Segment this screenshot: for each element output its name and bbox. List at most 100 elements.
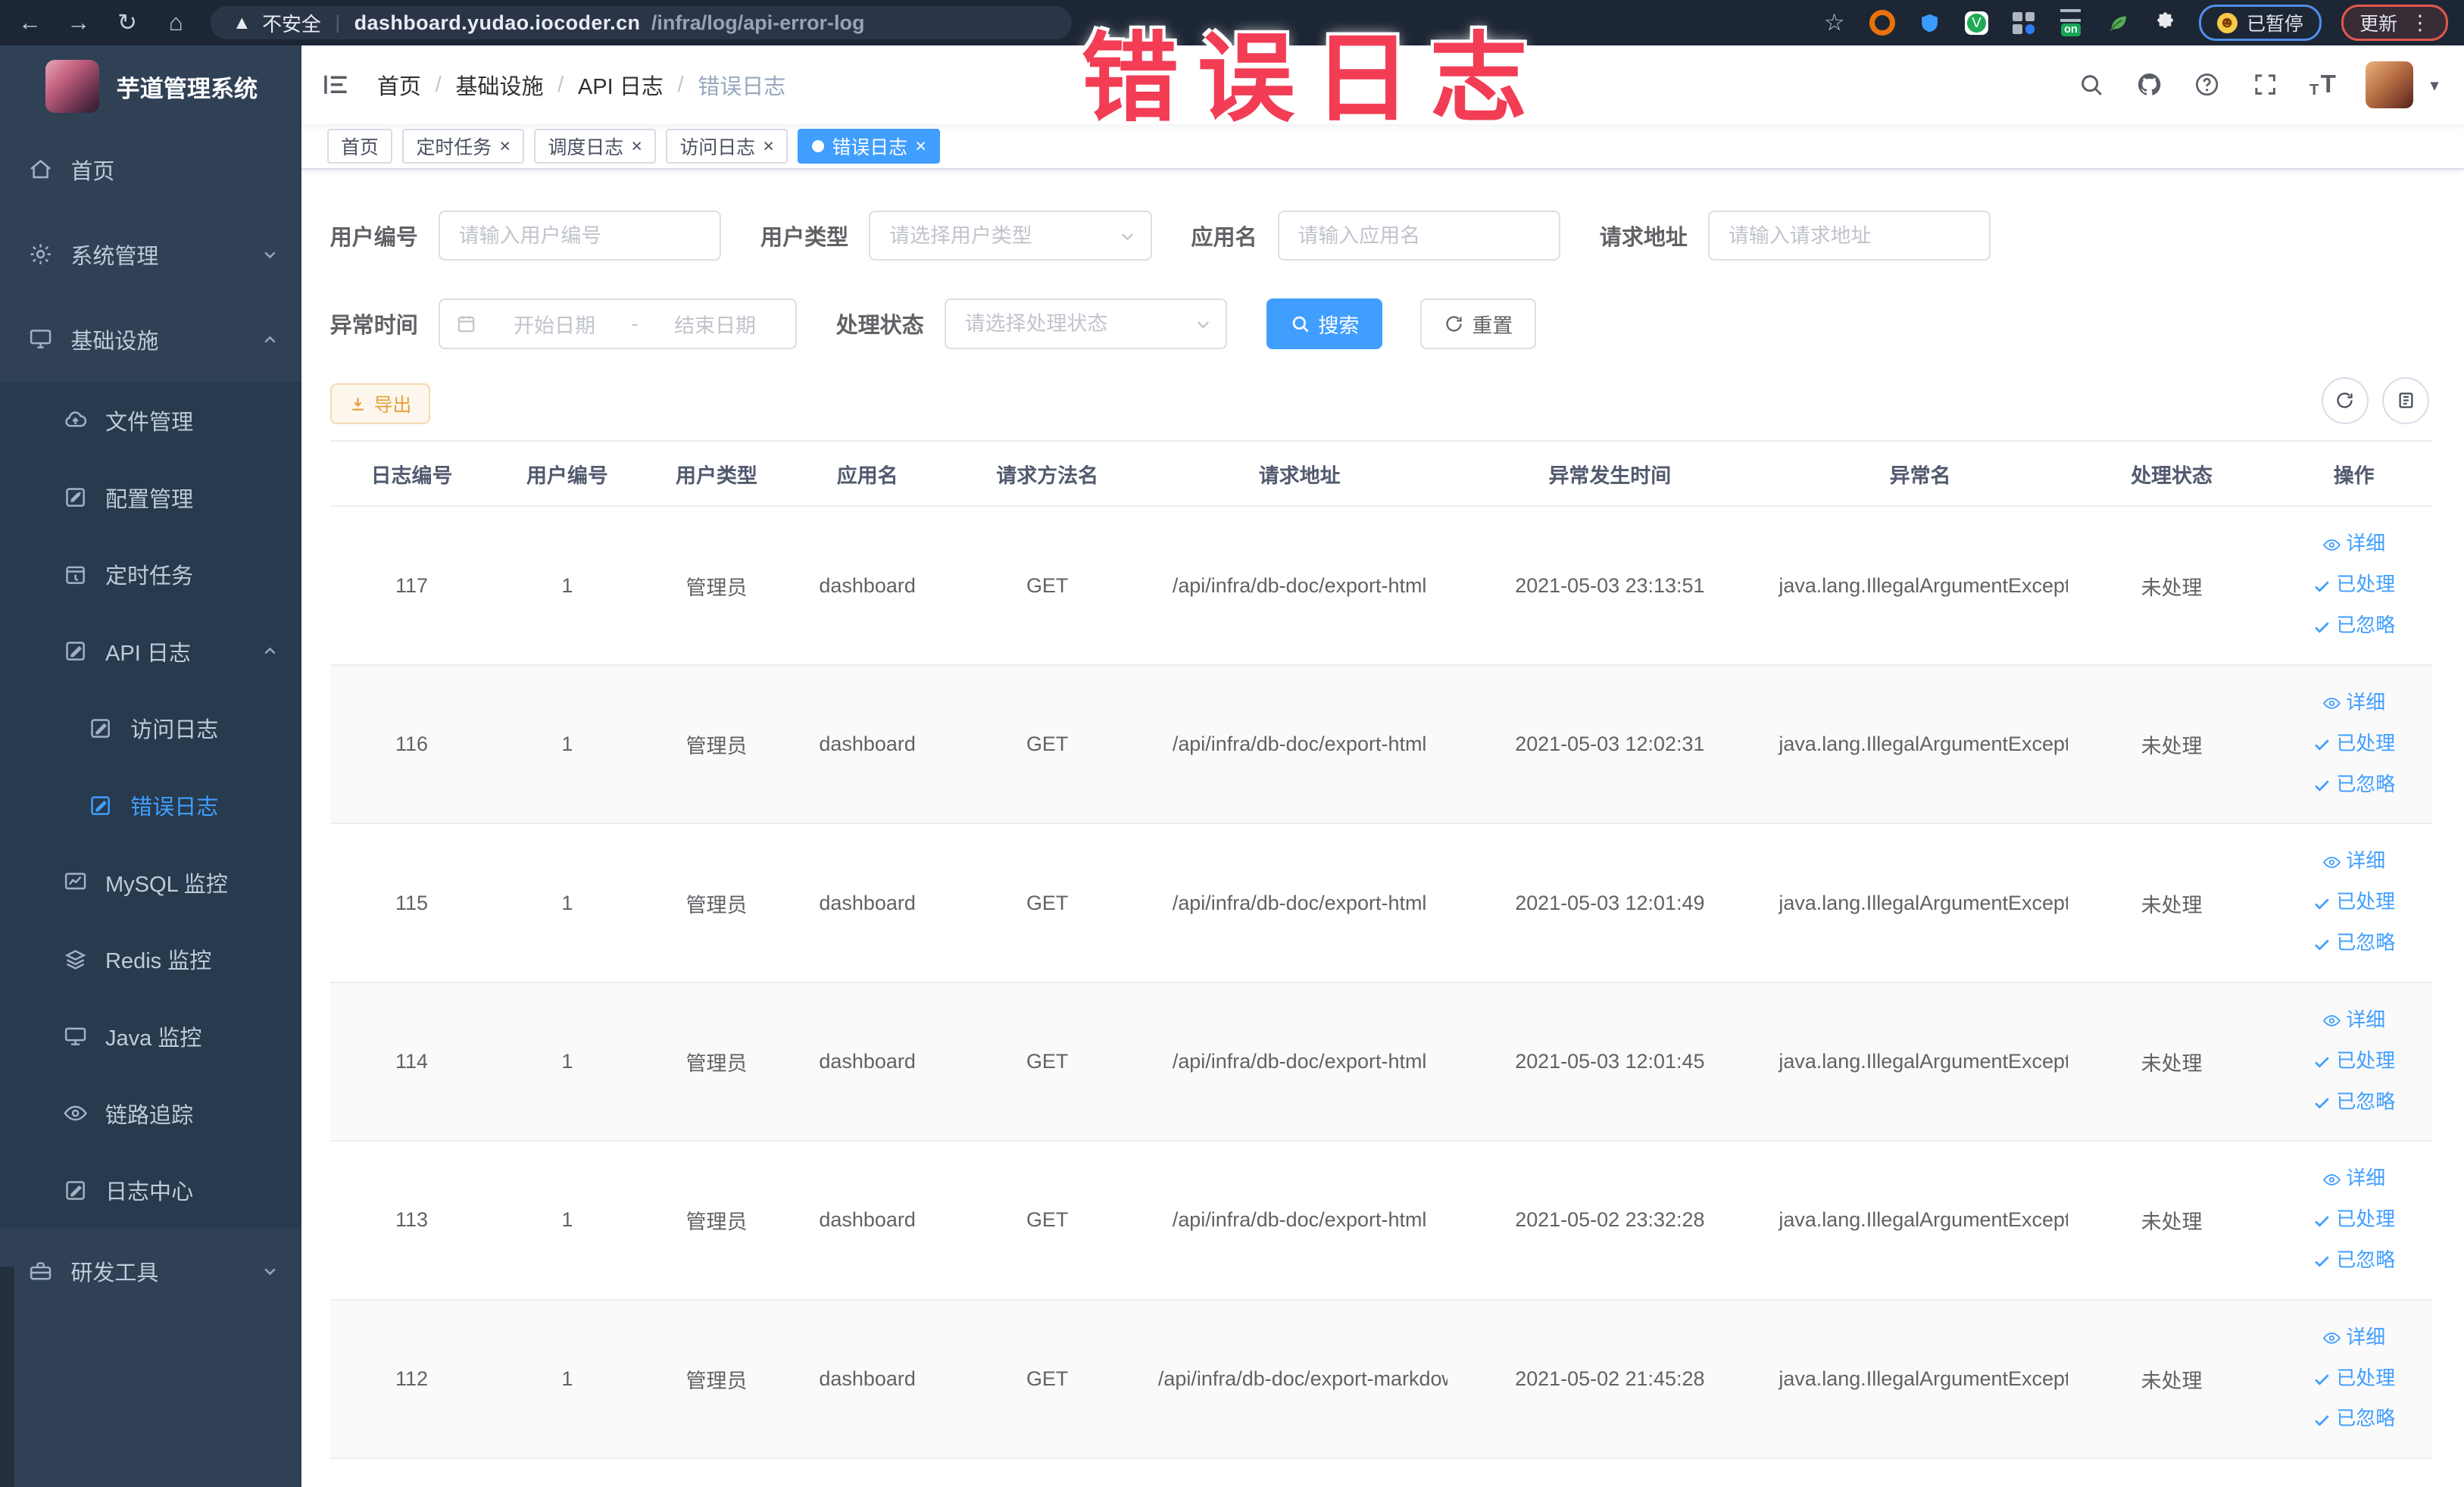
reload-icon[interactable]: ↻ (113, 8, 141, 36)
avatar-caret-down-icon[interactable]: ▾ (2430, 75, 2438, 95)
browser-home-icon[interactable]: ⌂ (162, 8, 190, 36)
sidebar-item-config[interactable]: 配置管理 (0, 458, 302, 536)
action-已忽略[interactable]: 已忽略 (2313, 1084, 2395, 1122)
sidebar-item-job[interactable]: 定时任务 (0, 536, 302, 613)
request-url-input[interactable] (1707, 210, 1991, 261)
extension-leaf-icon[interactable] (2105, 9, 2131, 36)
breadcrumb-item[interactable]: 基础设施 (455, 69, 543, 101)
user-id-input[interactable] (438, 210, 722, 261)
tab-访问日志[interactable]: 访问日志 × (665, 129, 789, 164)
user-type-select[interactable] (869, 210, 1152, 261)
sidebar-item-redis[interactable]: Redis 监控 (0, 920, 302, 998)
cell-url: /api/infra/db-doc/export-html (1151, 506, 1447, 666)
sidebar-item-dev-tools[interactable]: 研发工具 (0, 1229, 301, 1314)
cell-url: /api/infra/db-doc/export-html (1151, 664, 1447, 825)
action-已忽略[interactable]: 已忽略 (2313, 608, 2395, 645)
app-name-label: 应用名 (1191, 226, 1257, 251)
cell-user-id: 1 (493, 506, 642, 666)
sidebar-item-error-log[interactable]: 错误日志 (0, 767, 302, 844)
extension-puzzle-icon[interactable] (2152, 9, 2178, 36)
action-已忽略[interactable]: 已忽略 (2313, 767, 2395, 804)
breadcrumb-item[interactable]: API 日志 (578, 69, 664, 101)
fullscreen-icon[interactable] (2251, 70, 2279, 98)
sidebar-item-java[interactable]: Java 监控 (0, 998, 302, 1075)
font-size-icon[interactable]: TT (2309, 70, 2336, 99)
github-icon[interactable] (2135, 70, 2163, 98)
extension-on-badge-icon[interactable]: on (2057, 9, 2084, 36)
tab-close-icon[interactable]: × (763, 136, 774, 156)
active-tab-dot (811, 139, 825, 153)
kebab-menu-icon[interactable]: ⋮ (2410, 11, 2431, 35)
cell-id: 115 (329, 823, 494, 983)
reset-button[interactable]: 重置 (1420, 298, 1537, 349)
action-详细[interactable]: 详细 (2322, 1161, 2385, 1198)
sidebar-item-file[interactable]: 文件管理 (0, 382, 302, 459)
update-pill[interactable]: 更新 ⋮ (2341, 5, 2449, 41)
extension-green-check-icon[interactable]: V (1963, 9, 1990, 36)
help-icon[interactable] (2193, 70, 2221, 98)
paused-extension-pill[interactable]: ☻ 已暂停 (2199, 5, 2322, 41)
cell-time: 2021-05-02 21:45:28 (1447, 1299, 1773, 1460)
user-avatar[interactable] (2366, 61, 2413, 109)
tab-定时任务[interactable]: 定时任务 × (401, 129, 525, 164)
sidebar-item-home[interactable]: 首页 (0, 127, 301, 212)
cell-actions: 详细 已处理 已忽略 (2275, 1141, 2433, 1301)
cell-status: 未处理 (2068, 823, 2275, 983)
action-已忽略[interactable]: 已忽略 (2313, 925, 2395, 963)
app-name-input[interactable] (1277, 210, 1560, 261)
action-详细[interactable]: 详细 (2322, 1002, 2385, 1040)
tab-首页[interactable]: 首页 (326, 129, 393, 164)
tab-close-icon[interactable]: × (499, 136, 511, 156)
cell-user-type: 管理员 (641, 506, 792, 666)
eye-icon (2322, 1170, 2341, 1189)
action-已处理[interactable]: 已处理 (2313, 884, 2395, 922)
sidebar-item-access-log[interactable]: 访问日志 (0, 689, 302, 767)
row-action-label: 已忽略 (2336, 1091, 2396, 1113)
sidebar-scrollbar[interactable] (0, 1267, 14, 1487)
hamburger-icon[interactable] (320, 69, 351, 100)
export-button-label: 导出 (373, 395, 412, 417)
action-已处理[interactable]: 已处理 (2313, 567, 2395, 604)
action-已忽略[interactable]: 已忽略 (2313, 1401, 2395, 1439)
action-详细[interactable]: 详细 (2322, 843, 2385, 881)
search-button[interactable]: 搜索 (1266, 298, 1383, 349)
action-已处理[interactable]: 已处理 (2313, 1201, 2395, 1239)
process-status-select[interactable] (944, 298, 1228, 349)
export-button[interactable]: 导出 (329, 383, 431, 425)
action-详细[interactable]: 详细 (2322, 526, 2385, 564)
action-已处理[interactable]: 已处理 (2313, 1043, 2395, 1081)
action-详细[interactable]: 详细 (2322, 1320, 2385, 1357)
extension-grid-icon[interactable] (2010, 9, 2037, 36)
back-icon[interactable]: ← (16, 8, 44, 36)
tab-close-icon[interactable]: × (631, 136, 642, 156)
action-已处理[interactable]: 已处理 (2313, 1360, 2395, 1398)
log-icon (88, 793, 113, 818)
log-icon (63, 639, 88, 664)
extension-orange-ring-icon[interactable] (1869, 9, 1896, 36)
sidebar-item-log-center[interactable]: 日志中心 (0, 1151, 302, 1229)
column-settings-button[interactable] (2382, 376, 2430, 424)
bookmark-star-icon[interactable]: ☆ (1820, 8, 1848, 36)
app-logo[interactable]: 芋道管理系统 (0, 45, 301, 127)
action-已忽略[interactable]: 已忽略 (2313, 1242, 2395, 1280)
sidebar-item-mysql[interactable]: MySQL 监控 (0, 843, 302, 921)
sidebar-item-api-log[interactable]: API 日志 (0, 613, 302, 690)
sidebar-item-trace[interactable]: 链路追踪 (0, 1074, 302, 1152)
forward-icon[interactable]: → (64, 8, 92, 36)
address-bar[interactable]: ▲ 不安全 | dashboard.yudao.iocoder.cn/infra… (210, 6, 1072, 39)
tab-调度日志[interactable]: 调度日志 × (533, 129, 657, 164)
sidebar-item-infra[interactable]: 基础设施 (0, 297, 301, 382)
eye-icon (2322, 1329, 2341, 1348)
action-已处理[interactable]: 已处理 (2313, 726, 2395, 764)
date-range-picker[interactable]: 开始日期 - 结束日期 (438, 298, 797, 349)
table-row: 116 1 管理员 dashboard GET/api/infra/db-doc/exp… (329, 664, 2433, 825)
tab-错误日志[interactable]: 错误日志 × (797, 129, 941, 164)
action-详细[interactable]: 详细 (2322, 685, 2385, 723)
tab-close-icon[interactable]: × (915, 136, 926, 156)
breadcrumb-item[interactable]: 首页 (377, 69, 421, 101)
sidebar-item-system[interactable]: 系统管理 (0, 212, 301, 297)
filter-row-2: 异常时间 开始日期 - 结束日期 处理状态 搜索 (330, 298, 2436, 349)
search-icon[interactable] (2077, 70, 2105, 98)
extension-blue-shield-icon[interactable] (1916, 9, 1943, 36)
refresh-button[interactable] (2321, 376, 2369, 424)
